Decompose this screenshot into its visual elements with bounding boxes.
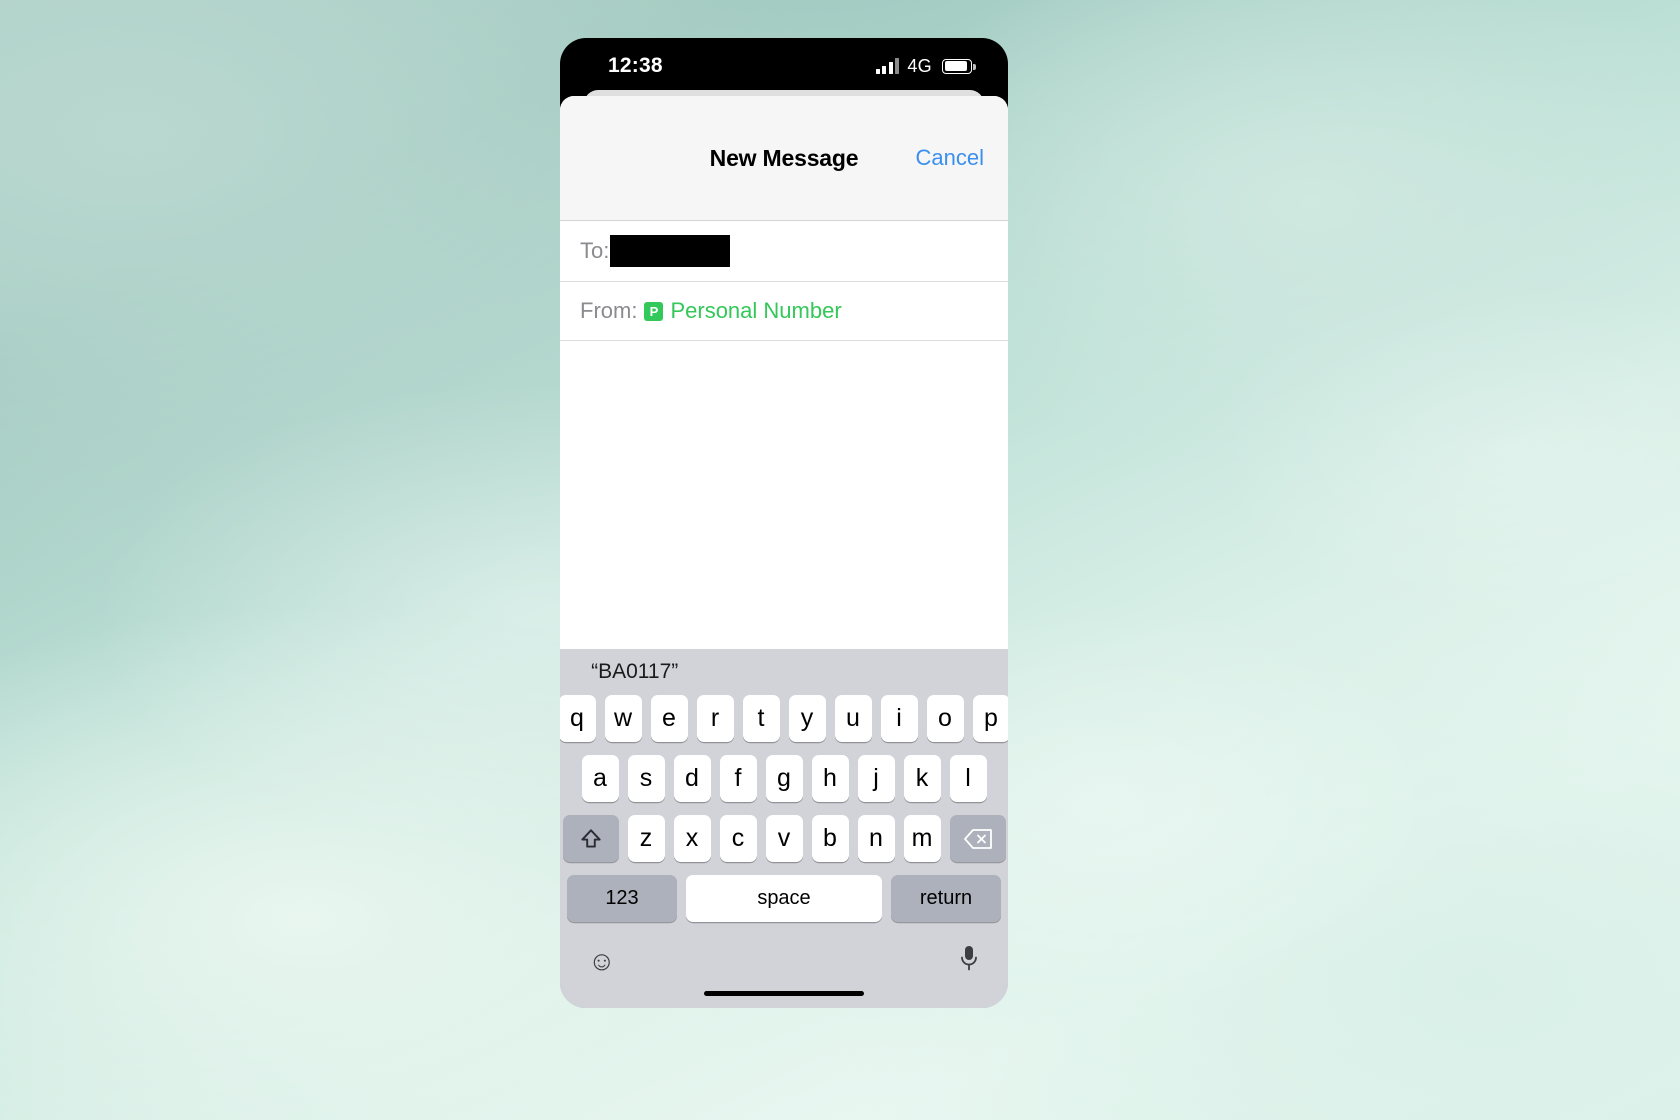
key-p[interactable]: p	[972, 695, 1008, 742]
return-key[interactable]: return	[891, 875, 1001, 922]
shift-key[interactable]	[562, 815, 619, 862]
sender-value: Personal Number	[670, 298, 842, 323]
keyboard-row-1: q w e r t y u i o p	[560, 695, 1008, 742]
microphone-icon[interactable]	[958, 944, 980, 979]
sheet-nav-bar: New Message Cancel	[560, 96, 1008, 221]
row2-right-spacer	[996, 755, 1009, 802]
onscreen-keyboard: “BA0117” q w e r t y u i o p a s d f g h…	[560, 649, 1008, 1008]
key-k[interactable]: k	[903, 755, 941, 802]
home-indicator	[704, 991, 864, 996]
key-s[interactable]: s	[627, 755, 665, 802]
key-x[interactable]: x	[673, 815, 711, 862]
status-bar-indicators: 4G	[875, 55, 976, 77]
key-w[interactable]: w	[604, 695, 642, 742]
key-f[interactable]: f	[719, 755, 757, 802]
recipient-redaction-box	[610, 235, 731, 267]
key-i[interactable]: i	[880, 695, 918, 742]
key-e[interactable]: e	[650, 695, 688, 742]
battery-icon	[942, 58, 976, 74]
keyboard-row-3: z x c v b n m	[560, 815, 1008, 862]
status-bar-network-label: 4G	[907, 55, 932, 76]
backspace-key[interactable]	[949, 815, 1006, 862]
sender-label: From:	[580, 298, 638, 323]
key-c[interactable]: c	[719, 815, 757, 862]
suggestion-item-0[interactable]: “BA0117”	[560, 660, 709, 684]
key-q[interactable]: q	[560, 695, 596, 742]
key-j[interactable]: j	[857, 755, 895, 802]
key-t[interactable]: t	[742, 695, 780, 742]
status-bar-time: 12:38	[608, 54, 663, 77]
numbers-key[interactable]: 123	[567, 875, 677, 922]
keyboard-row-2: a s d f g h j k l	[560, 755, 1008, 802]
key-l[interactable]: l	[949, 755, 987, 802]
microphone-glyph	[961, 945, 977, 970]
key-u[interactable]: u	[834, 695, 872, 742]
shift-arrow-up-icon	[580, 828, 601, 848]
recipient-row[interactable]: To:	[560, 221, 1008, 282]
row2-left-spacer	[560, 755, 573, 802]
page-title: New Message	[709, 144, 859, 171]
signal-bars-icon	[875, 58, 900, 74]
keyboard-bottom-bar: ☺	[560, 935, 1008, 987]
status-bar: 12:38 4G	[560, 38, 1008, 94]
key-y[interactable]: y	[788, 695, 826, 742]
key-r[interactable]: r	[696, 695, 734, 742]
key-m[interactable]: m	[903, 815, 941, 862]
cancel-button[interactable]: Cancel	[916, 145, 984, 171]
recipient-label: To:	[580, 238, 610, 263]
keyboard-row-4: 123 space return	[560, 875, 1008, 922]
key-b[interactable]: b	[811, 815, 849, 862]
iphone-screenshot-frame: 12:38 4G New Message Cancel To: From: P …	[560, 38, 1008, 1008]
space-key[interactable]: space	[686, 875, 882, 922]
emoji-smiley-icon[interactable]: ☺	[588, 947, 616, 975]
key-a[interactable]: a	[581, 755, 619, 802]
new-message-sheet: New Message Cancel To: From: P Personal …	[560, 96, 1008, 1008]
keyboard-suggestion-bar: “BA0117”	[560, 649, 1008, 695]
key-d[interactable]: d	[673, 755, 711, 802]
conversation-area	[560, 341, 1008, 639]
key-h[interactable]: h	[811, 755, 849, 802]
key-z[interactable]: z	[627, 815, 665, 862]
key-n[interactable]: n	[857, 815, 895, 862]
sender-row[interactable]: From: P Personal Number	[560, 282, 1008, 341]
key-v[interactable]: v	[765, 815, 803, 862]
personal-number-badge-icon: P	[644, 301, 664, 321]
key-g[interactable]: g	[765, 755, 803, 802]
key-o[interactable]: o	[926, 695, 964, 742]
backspace-delete-icon	[963, 828, 992, 849]
